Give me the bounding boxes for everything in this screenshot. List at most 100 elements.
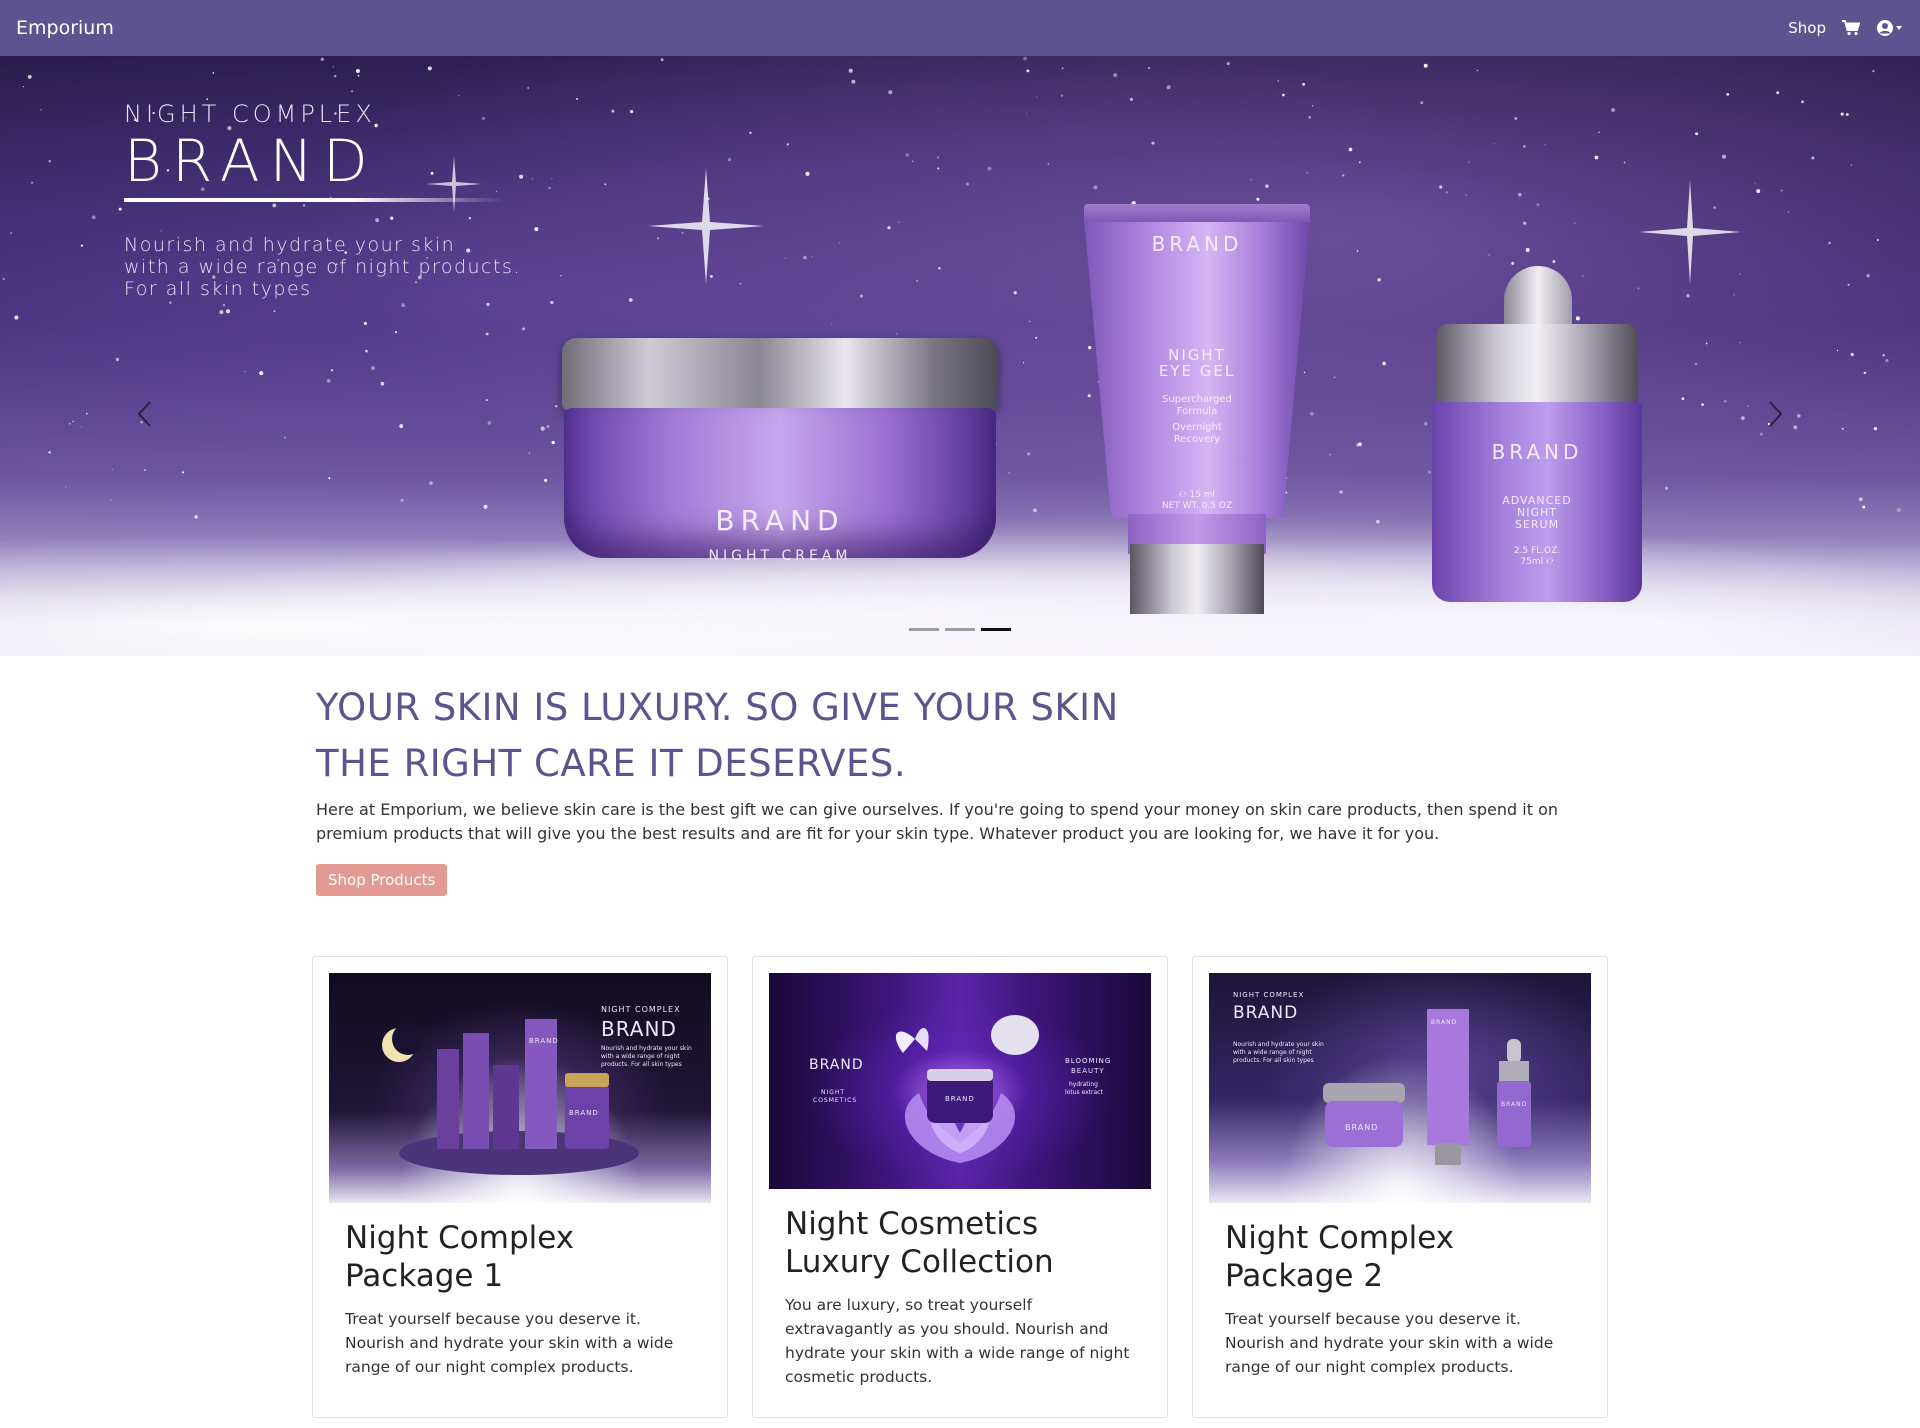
card-title: Night Complex Package 2 xyxy=(1209,1219,1591,1295)
star xyxy=(27,74,32,79)
card-title: Night Complex Package 1 xyxy=(329,1219,711,1295)
star xyxy=(169,301,172,304)
star xyxy=(859,294,864,298)
jar-lid xyxy=(562,338,998,410)
star xyxy=(1695,132,1699,136)
star xyxy=(1008,472,1010,474)
star xyxy=(544,478,548,482)
card-image: NIGHT COMPLEX BRAND Nourish and hydrate … xyxy=(1209,973,1591,1203)
intro-headline-line: THE RIGHT CARE IT DESERVES. xyxy=(316,742,907,785)
star xyxy=(1277,80,1280,82)
star xyxy=(91,215,96,220)
navbar: Emporium Shop xyxy=(0,0,1920,56)
star xyxy=(380,381,385,386)
chevron-right-icon[interactable] xyxy=(1762,396,1790,432)
star xyxy=(534,227,539,232)
navbar-brand[interactable]: Emporium xyxy=(16,17,114,39)
tube-tag-line: Overnight xyxy=(1172,422,1222,433)
hero-caption: NIGHT COMPLEX BRAND Nourish and hydrate … xyxy=(124,100,521,300)
star xyxy=(1358,442,1362,447)
star xyxy=(1747,405,1749,407)
star xyxy=(1342,174,1345,177)
tube-name-line: EYE GEL xyxy=(1158,362,1236,380)
star xyxy=(739,282,742,285)
star xyxy=(554,405,558,408)
star xyxy=(1282,93,1285,97)
star xyxy=(1514,117,1518,120)
card-title: Night Cosmetics Luxury Collection xyxy=(769,1205,1151,1281)
star xyxy=(560,275,562,277)
hero-description-line: Nourish and hydrate your skin xyxy=(124,234,456,256)
star xyxy=(332,66,334,68)
star xyxy=(1756,189,1761,194)
star xyxy=(1309,411,1314,416)
product-card[interactable]: BRAND NIGHT COSMETICS BLOOMING BEAUTY hy… xyxy=(752,956,1168,1418)
star xyxy=(1694,362,1698,365)
star xyxy=(485,399,488,402)
star xyxy=(1476,69,1479,72)
card-image-heading: BRAND xyxy=(809,1057,864,1073)
user-circle-icon[interactable] xyxy=(1876,19,1904,37)
star xyxy=(2,277,6,281)
star xyxy=(1847,283,1850,286)
star xyxy=(1428,470,1431,474)
star xyxy=(630,110,634,114)
jar-product-label: NIGHT CREAM xyxy=(708,548,852,564)
star xyxy=(1147,67,1150,70)
product-card[interactable]: NIGHT COMPLEX BRAND Nourish and hydrate … xyxy=(312,956,728,1418)
star xyxy=(1333,376,1336,379)
card-image-blurb: Nourish and hydrate your skin with a wid… xyxy=(601,1045,692,1068)
star xyxy=(1836,349,1839,352)
star xyxy=(1723,399,1727,403)
hero-description-line: with a wide range of night products. xyxy=(124,256,521,278)
product-card[interactable]: NIGHT COMPLEX BRAND Nourish and hydrate … xyxy=(1192,956,1608,1418)
tube-tag-line: Formula xyxy=(1176,406,1218,417)
star xyxy=(527,87,529,89)
nav-link-shop[interactable]: Shop xyxy=(1788,19,1826,37)
star xyxy=(1776,91,1780,95)
hero-carousel[interactable]: NIGHT COMPLEX BRAND Nourish and hydrate … xyxy=(0,56,1920,656)
star xyxy=(805,171,810,176)
star xyxy=(1686,294,1690,298)
card-image-right-text: BEAUTY xyxy=(1071,1067,1105,1075)
star xyxy=(1523,221,1527,225)
star xyxy=(1574,222,1576,224)
card-image-serum-label: BRAND xyxy=(1501,1101,1528,1108)
card-image-jar-label: BRAND xyxy=(1345,1123,1379,1132)
hero-brand: BRAND xyxy=(124,127,378,195)
star xyxy=(1797,414,1801,418)
hero-divider xyxy=(124,198,504,202)
star xyxy=(487,421,491,425)
card-image-right-text: BLOOMING xyxy=(1065,1057,1112,1065)
star xyxy=(399,424,404,429)
hero-subtitle: NIGHT COMPLEX xyxy=(124,100,376,128)
star xyxy=(10,231,13,235)
star xyxy=(1329,454,1331,456)
star xyxy=(1793,425,1798,430)
star xyxy=(31,181,34,184)
star xyxy=(365,349,368,353)
carousel-indicator-2[interactable] xyxy=(945,628,975,631)
carousel-indicator-1[interactable] xyxy=(909,628,939,631)
star xyxy=(1027,452,1031,456)
star xyxy=(848,68,853,73)
shop-products-button[interactable]: Shop Products xyxy=(316,864,448,896)
star xyxy=(394,330,398,334)
carousel-indicator-3[interactable] xyxy=(981,628,1011,631)
star xyxy=(911,160,914,163)
star xyxy=(1151,141,1155,145)
card-text: Treat yourself because you deserve it. N… xyxy=(345,1310,674,1376)
star xyxy=(1420,101,1424,105)
intro-headline-line: YOUR SKIN IS LUXURY. SO GIVE YOUR SKIN xyxy=(316,686,1119,729)
star xyxy=(363,321,367,325)
carousel-indicators xyxy=(0,628,1920,631)
card-image-subheading: NIGHT COMPLEX xyxy=(1233,991,1305,999)
chevron-left-icon[interactable] xyxy=(130,396,158,432)
star xyxy=(1863,371,1867,375)
night-serum-bottle: BRAND ADVANCED NIGHT SERUM 2.5 FL.OZ. 75… xyxy=(1432,266,1642,606)
star xyxy=(1841,427,1844,430)
cart-icon[interactable] xyxy=(1842,20,1860,36)
star xyxy=(681,232,684,234)
star xyxy=(181,471,185,474)
card-title-line: Night Cosmetics xyxy=(785,1206,1039,1242)
